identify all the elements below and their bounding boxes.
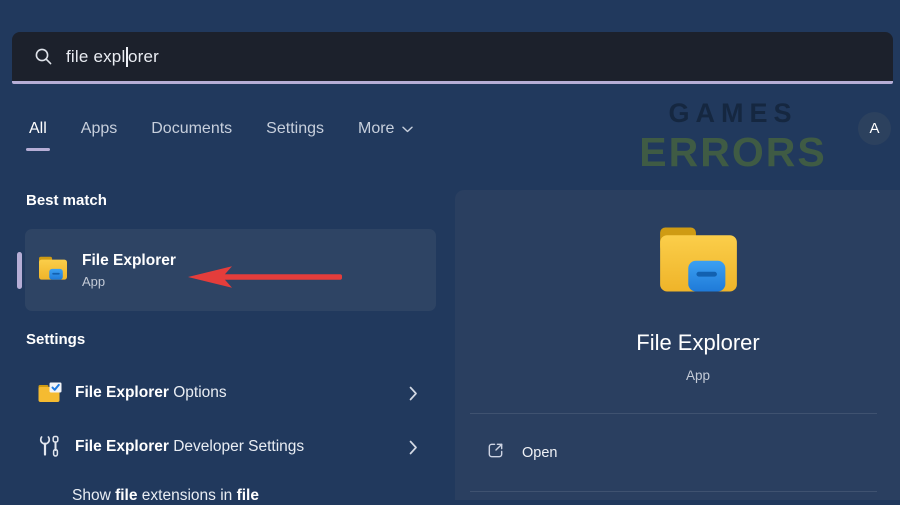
best-match-info: File Explorer App <box>82 252 176 289</box>
games-errors-watermark: GAMES ERRORS <box>627 100 839 173</box>
tab-more[interactable]: More <box>358 120 413 151</box>
open-external-icon <box>486 441 505 465</box>
preview-title: File Explorer <box>455 330 900 356</box>
preview-content: File Explorer App <box>455 190 900 383</box>
result-file-explorer-options[interactable]: File Explorer Options <box>25 370 436 416</box>
search-filter-tabs: All Apps Documents Settings More <box>29 120 413 151</box>
avatar-initial: A <box>869 120 879 137</box>
folder-icon <box>37 254 69 287</box>
tab-apps-label: Apps <box>81 120 117 138</box>
best-match-result-file-explorer[interactable]: File Explorer App <box>25 229 436 311</box>
divider <box>470 491 877 492</box>
tab-all[interactable]: All <box>29 120 47 151</box>
result-label: File Explorer Developer Settings <box>75 438 304 456</box>
tab-all-label: All <box>29 120 47 138</box>
search-icon <box>34 47 53 66</box>
result-show-file-extensions[interactable]: Show file extensions in file <box>72 487 259 505</box>
chevron-right-icon <box>409 386 418 401</box>
tab-documents[interactable]: Documents <box>151 120 232 151</box>
best-match-header: Best match <box>26 192 107 209</box>
tab-more-label: More <box>358 120 394 138</box>
tab-documents-label: Documents <box>151 120 232 138</box>
watermark-line2: ERRORS <box>627 132 839 173</box>
open-action[interactable]: Open <box>470 433 877 473</box>
search-input[interactable]: file explorer <box>12 32 893 84</box>
tab-settings[interactable]: Settings <box>266 120 324 151</box>
tab-apps[interactable]: Apps <box>81 120 117 151</box>
open-label: Open <box>522 445 557 461</box>
watermark-line1: GAMES <box>627 100 839 127</box>
user-avatar[interactable]: A <box>858 112 891 145</box>
tab-settings-label: Settings <box>266 120 324 138</box>
preview-subtitle: App <box>455 368 900 383</box>
search-query: file explorer <box>66 47 159 67</box>
divider <box>470 413 877 414</box>
file-explorer-large-icon <box>655 221 742 303</box>
result-file-explorer-developer-settings[interactable]: File Explorer Developer Settings <box>25 424 436 470</box>
settings-section-header: Settings <box>26 331 85 348</box>
tools-icon <box>37 435 63 459</box>
selection-indicator <box>17 252 22 289</box>
chevron-down-icon <box>402 126 413 133</box>
best-match-title: File Explorer <box>82 252 176 270</box>
best-match-subtitle: App <box>82 274 176 289</box>
windows-search-panel: { "colors": { "bg": "#21395d", "panel": … <box>0 0 900 500</box>
chevron-right-icon <box>409 440 418 455</box>
result-label: File Explorer Options <box>75 384 227 402</box>
folder-options-icon <box>37 380 63 406</box>
